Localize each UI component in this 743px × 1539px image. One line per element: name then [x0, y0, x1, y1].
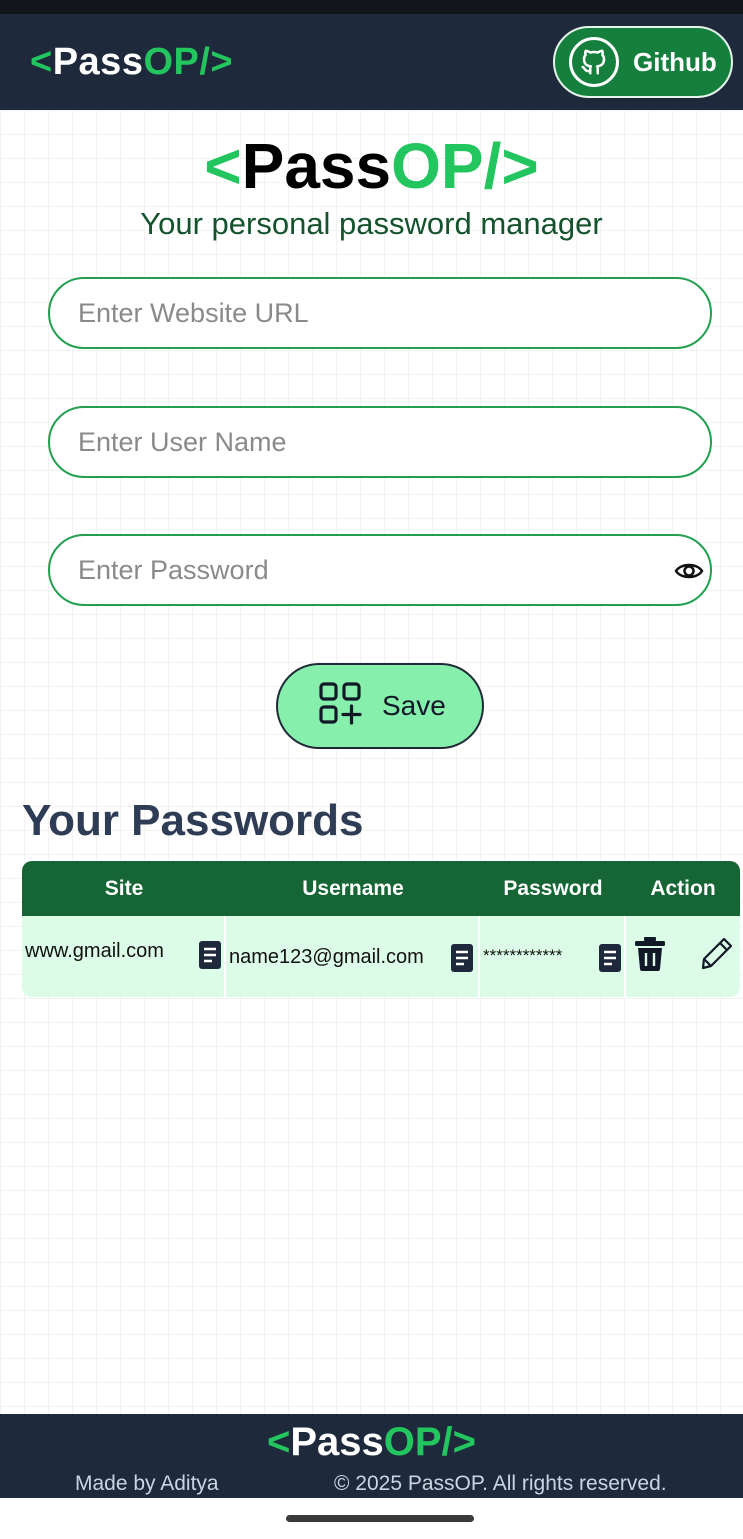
footer-copyright: © 2025 PassOP. All rights reserved. — [334, 1472, 667, 1495]
copy-icon[interactable] — [198, 940, 222, 970]
username-input[interactable] — [78, 426, 638, 458]
password-input[interactable] — [78, 554, 638, 586]
action-cell — [626, 916, 740, 997]
github-label: Github — [633, 46, 717, 77]
website-url-input[interactable] — [78, 297, 638, 329]
password-value[interactable]: ************ — [483, 946, 562, 966]
footer-logo: <PassOP/> — [0, 1420, 743, 1465]
logo-op: OP/> — [143, 40, 234, 83]
website-url-field — [48, 277, 712, 349]
copy-icon[interactable] — [450, 943, 474, 973]
hero-logo-op: OP/> — [391, 130, 539, 202]
main-content: <PassOP/> Your personal password manager… — [0, 110, 743, 1414]
username-field — [48, 406, 712, 478]
hero-logo: <PassOP/> — [0, 134, 743, 198]
footer: <PassOP/> Made by Aditya © 2025 PassOP. … — [0, 1414, 743, 1498]
site-value[interactable]: www.gmail.com — [25, 940, 164, 963]
hero-logo-pass: Pass — [241, 130, 392, 202]
password-cell: ************ — [480, 916, 626, 997]
passwords-table: Site Username Password Action www.gmail.… — [22, 861, 740, 997]
password-field — [48, 534, 712, 606]
passwords-heading: Your Passwords — [22, 796, 364, 845]
trash-icon[interactable] — [634, 936, 666, 978]
column-header-site: Site — [104, 876, 144, 900]
eye-icon[interactable] — [674, 558, 704, 584]
github-icon — [569, 37, 619, 87]
home-indicator[interactable] — [286, 1515, 474, 1522]
username-cell: name123@gmail.com — [226, 916, 480, 997]
navbar: <PassOP/> Github — [0, 14, 743, 110]
hero-logo-open: < — [204, 130, 242, 202]
footer-logo-pass: Pass — [290, 1420, 384, 1464]
column-header-action: Action — [650, 876, 716, 900]
column-header-password: Password — [503, 876, 603, 900]
footer-logo-op: OP/> — [383, 1420, 477, 1464]
footer-made-by: Made by Aditya — [75, 1472, 219, 1495]
table-header: Site Username Password Action — [22, 861, 740, 916]
column-header-username: Username — [302, 876, 404, 900]
footer-logo-open: < — [266, 1420, 291, 1464]
status-bar — [0, 0, 743, 14]
save-button[interactable]: Save — [276, 663, 484, 749]
edit-icon[interactable] — [700, 936, 734, 976]
logo-pass: Pass — [52, 40, 144, 83]
github-button[interactable]: Github — [553, 26, 733, 98]
add-grid-icon — [318, 681, 362, 732]
gesture-area — [0, 1498, 743, 1539]
tagline: Your personal password manager — [140, 206, 603, 241]
save-label: Save — [382, 690, 446, 721]
username-value[interactable]: name123@gmail.com — [229, 946, 424, 969]
site-cell: www.gmail.com — [22, 916, 226, 997]
navbar-logo[interactable]: <PassOP/> — [30, 41, 233, 84]
copy-icon[interactable] — [598, 943, 622, 973]
logo-open: < — [30, 40, 53, 83]
table-row: www.gmail.com name123@gmail.com ********… — [22, 916, 740, 997]
